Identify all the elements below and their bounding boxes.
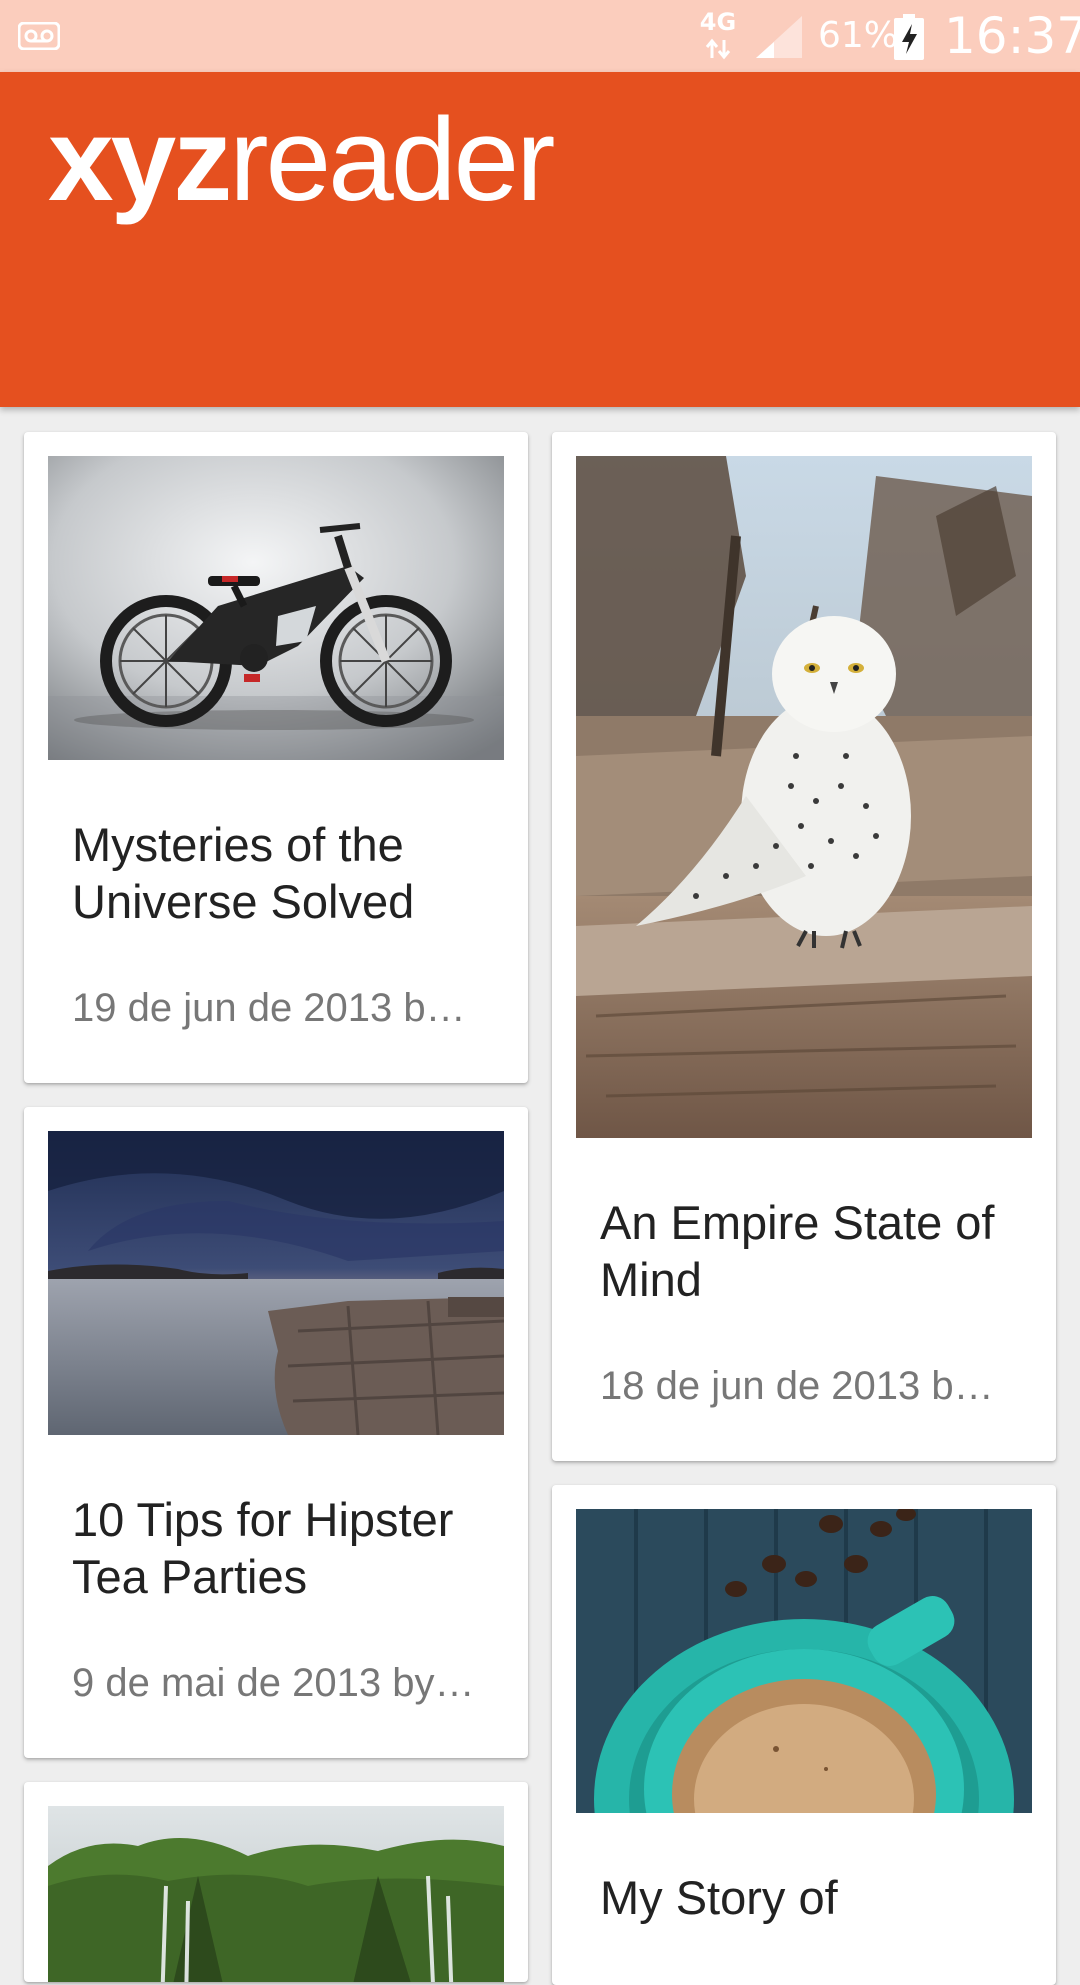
article-thumbnail-seascape (48, 1131, 504, 1435)
data-arrows-icon (705, 38, 731, 60)
logo-bold-text: xyz (48, 94, 232, 226)
signal-icon (756, 16, 802, 58)
app-bar: xyzreader (0, 72, 1080, 407)
article-title: Mysteries of the Universe Solved (72, 818, 415, 928)
voicemail-icon (18, 22, 60, 50)
article-byline: 9 de mai de 2013 by… (72, 1661, 472, 1705)
article-card[interactable]: 10 Tips for Hipster Tea Parties 9 de mai… (24, 1107, 528, 1758)
article-title: 10 Tips for Hipster Tea Parties (72, 1493, 454, 1603)
clock: 16:37 (944, 7, 1080, 65)
status-bar: 4G 61% 16:37 (0, 0, 1080, 72)
article-thumbnail-coffee (576, 1509, 1032, 1813)
article-thumbnail-owl (576, 456, 1032, 1138)
article-card[interactable]: An Empire State of Mind 18 de jun de 201… (552, 432, 1056, 1461)
article-thumbnail-waterfall (48, 1806, 504, 1982)
article-card[interactable]: My Story of (552, 1485, 1056, 1985)
article-title: My Story of (600, 1871, 838, 1924)
battery-charging-icon (894, 14, 924, 60)
app-logo: xyzreader (48, 90, 555, 230)
article-title: An Empire State of Mind (600, 1196, 995, 1306)
battery-percent: 61% (818, 15, 899, 56)
article-byline: 18 de jun de 2013 b… (600, 1364, 994, 1408)
article-card[interactable] (24, 1782, 528, 1982)
network-4g-icon: 4G (698, 10, 738, 62)
network-label: 4G (699, 8, 737, 36)
article-card[interactable]: Mysteries of the Universe Solved 19 de j… (24, 432, 528, 1083)
logo-light-text: reader (229, 94, 555, 226)
article-byline: 19 de jun de 2013 b… (72, 986, 466, 1030)
article-thumbnail-bicycle (48, 456, 504, 760)
